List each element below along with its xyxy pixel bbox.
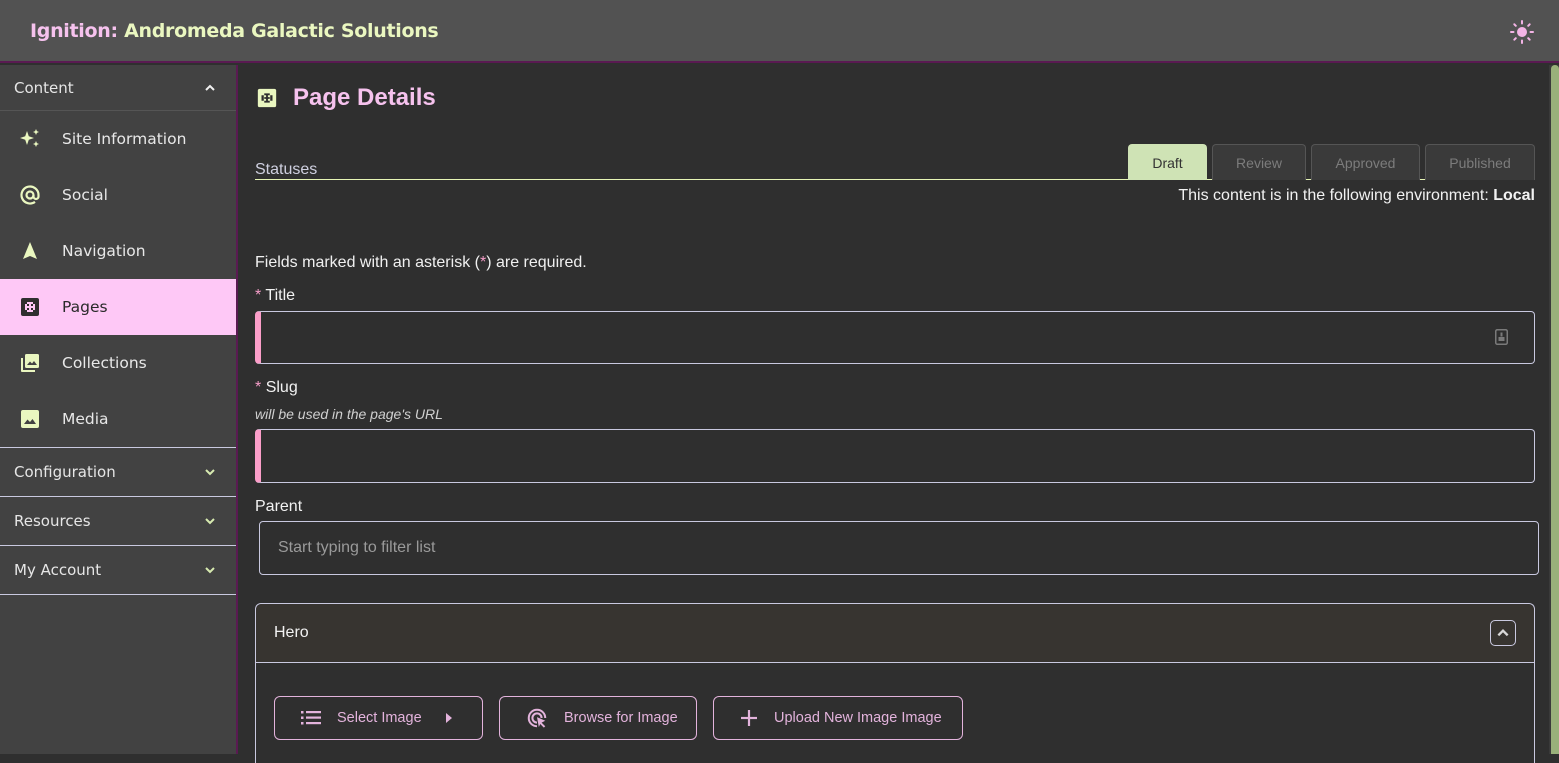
required-asterisk: *: [255, 379, 262, 396]
password-manager-icon[interactable]: [1495, 329, 1508, 345]
environment-notice: This content is in the following environ…: [1178, 187, 1535, 205]
sidebar-section-configuration[interactable]: Configuration: [0, 448, 236, 497]
upload-image-button[interactable]: Upload New Image Image: [713, 696, 963, 740]
slug-label: * Slug: [255, 379, 298, 397]
required-fields-note: Fields marked with an asterisk (*) are r…: [255, 254, 587, 272]
sidebar-item-site-information[interactable]: Site Information: [0, 111, 236, 167]
nav-label: Media: [62, 410, 109, 428]
at-sign-icon: [20, 185, 40, 205]
parent-input[interactable]: [260, 522, 1538, 574]
note-text: Fields marked with an asterisk (: [255, 254, 480, 271]
upload-image-label: Upload New Image Image: [774, 710, 942, 726]
hero-panel-header[interactable]: Hero: [256, 604, 1534, 663]
sidebar-section-content[interactable]: Content: [0, 65, 236, 111]
note-text: ) are required.: [486, 254, 587, 271]
sidebar-nav-list: Site Information Social Navigation Pages…: [0, 111, 236, 448]
plus-icon: [741, 710, 757, 726]
tab-review[interactable]: Review: [1212, 144, 1306, 180]
tab-approved[interactable]: Approved: [1311, 144, 1420, 180]
chevron-down-icon: [205, 518, 215, 525]
title-label: * Title: [255, 287, 295, 305]
section-label: Resources: [14, 512, 91, 530]
chevron-up-icon: [1497, 629, 1509, 637]
section-label: Content: [14, 78, 74, 97]
required-asterisk: *: [255, 287, 262, 304]
statuses-label: Statuses: [255, 161, 318, 178]
slug-field-wrapper: [255, 429, 1535, 483]
nav-label: Collections: [62, 354, 147, 372]
app-title: Ignition: Andromeda Galactic Solutions: [30, 20, 439, 42]
slug-input[interactable]: [261, 430, 1534, 482]
slug-label-text: Slug: [265, 379, 298, 396]
top-bar: Ignition: Andromeda Galactic Solutions: [0, 0, 1559, 63]
nav-label: Navigation: [62, 242, 146, 260]
sidebar-section-my-account[interactable]: My Account: [0, 546, 236, 595]
browse-cursor-icon: [527, 708, 547, 728]
environment-value: Local: [1493, 187, 1535, 204]
page-header: Page Details: [256, 84, 436, 112]
chevron-up-icon: [205, 84, 215, 91]
chevron-down-icon: [205, 469, 215, 476]
sidebar-item-navigation[interactable]: Navigation: [0, 223, 236, 279]
main-content: Page Details Statuses Draft Review Appro…: [240, 65, 1549, 763]
nav-label: Pages: [62, 298, 108, 316]
slug-help-text: will be used in the page's URL: [255, 406, 443, 422]
app-title-name: Andromeda Galactic Solutions: [117, 20, 439, 42]
image-collection-icon: [21, 354, 39, 372]
title-input[interactable]: [261, 312, 1534, 363]
navigation-arrow-icon: [23, 242, 37, 259]
tab-published[interactable]: Published: [1425, 144, 1535, 180]
section-label: Configuration: [14, 463, 116, 481]
parent-field-wrapper: [259, 521, 1539, 575]
status-tabs: Draft Review Approved Published: [1128, 144, 1535, 180]
title-label-text: Title: [265, 287, 296, 304]
hero-panel: Hero Select Image Browse for Image Uploa…: [255, 603, 1535, 763]
image-icon: [21, 410, 39, 428]
list-icon: [301, 711, 321, 725]
sun-icon: [1510, 20, 1534, 44]
caret-right-icon: [445, 713, 452, 723]
scrollbar-thumb[interactable]: [1551, 65, 1559, 754]
sidebar-item-social[interactable]: Social: [0, 167, 236, 223]
theme-toggle-button[interactable]: [1508, 18, 1536, 46]
sidebar-item-collections[interactable]: Collections: [0, 335, 236, 391]
sidebar: Content Site Information Social Navigati…: [0, 65, 238, 754]
sidebar-section-resources[interactable]: Resources: [0, 497, 236, 546]
hero-collapse-button[interactable]: [1490, 620, 1516, 646]
sidebar-item-pages[interactable]: Pages: [0, 279, 236, 335]
hero-title: Hero: [274, 624, 309, 641]
sparkles-icon: [20, 129, 39, 147]
app-title-prefix: Ignition:: [30, 20, 118, 42]
page-title: Page Details: [293, 84, 436, 111]
browse-image-button[interactable]: Browse for Image: [499, 696, 697, 740]
sidebar-item-media[interactable]: Media: [0, 391, 236, 447]
parent-label: Parent: [255, 498, 303, 515]
page-frame-icon: [21, 298, 39, 316]
select-image-button[interactable]: Select Image: [274, 696, 483, 740]
section-label: My Account: [14, 561, 102, 579]
nav-label: Site Information: [62, 130, 187, 148]
environment-text: This content is in the following environ…: [1178, 187, 1494, 204]
title-field-wrapper: [255, 311, 1535, 364]
page-frame-icon: [257, 88, 277, 108]
chevron-down-icon: [205, 567, 215, 574]
nav-label: Social: [62, 186, 108, 204]
select-image-label: Select Image: [337, 710, 422, 726]
browse-image-label: Browse for Image: [564, 710, 678, 726]
tab-draft[interactable]: Draft: [1128, 144, 1207, 180]
